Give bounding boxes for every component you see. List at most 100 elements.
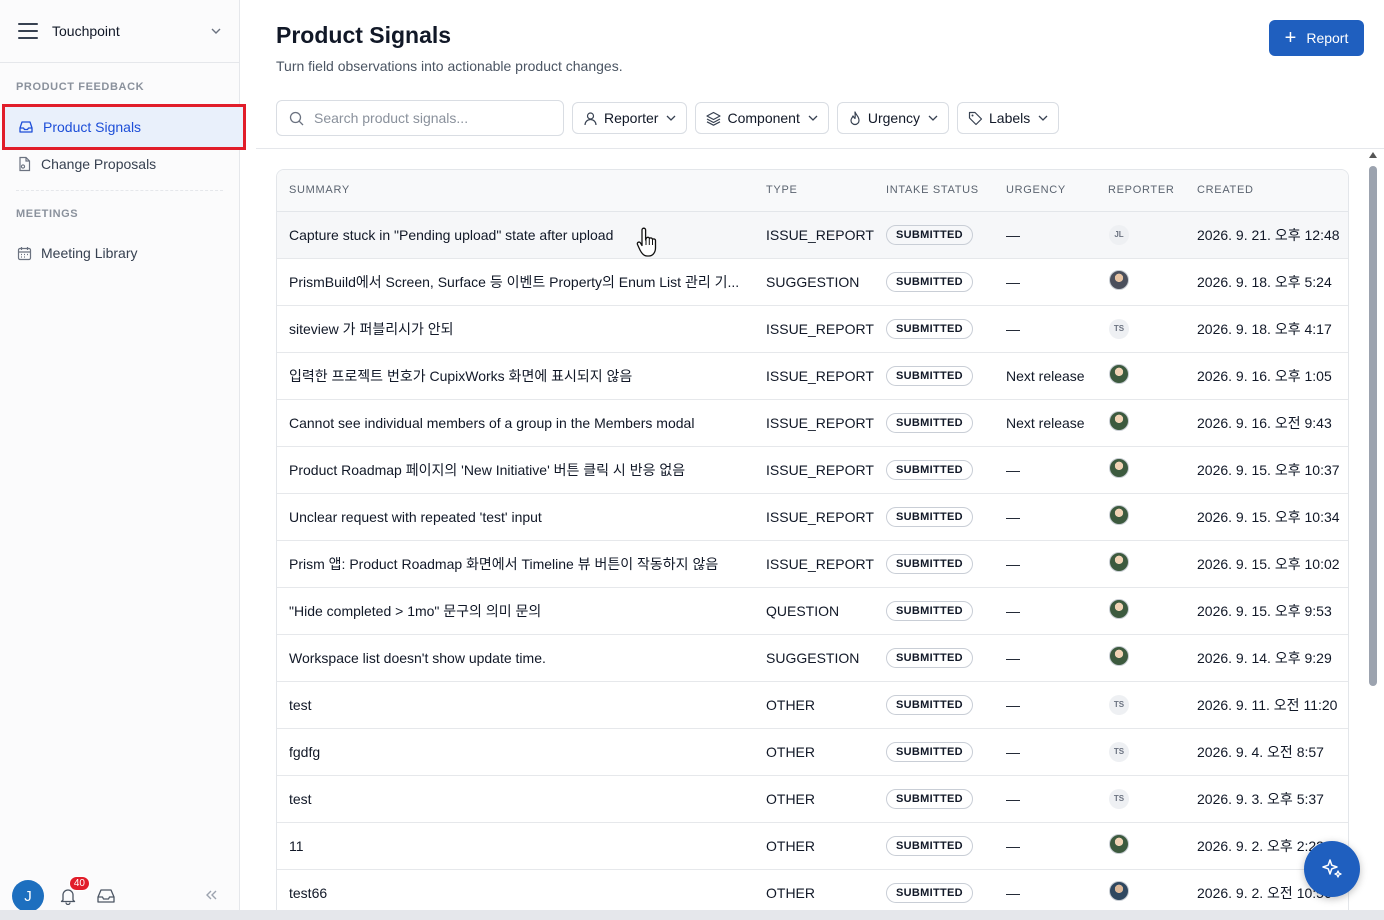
flame-icon [850,110,860,125]
reporter-avatar: TS [1109,695,1129,715]
created-cell: 2026. 9. 4. 오전 8:57 [1197,743,1324,760]
sidebar-item-product-signals[interactable]: Product Signals [2,104,246,150]
type-cell: SUGGESTION [766,649,860,666]
sidebar-item-meeting-library[interactable]: Meeting Library [0,235,240,271]
table-row[interactable]: Product Roadmap 페이지의 'New Initiative' 버튼… [277,446,1348,493]
labels-filter[interactable]: Labels [957,102,1060,134]
type-cell: ISSUE_REPORT [766,320,874,337]
reporter-cell: JL [1096,211,1185,258]
table-row[interactable]: 11 OTHER SUBMITTED —2026. 9. 2. 오후 2:22 [277,822,1348,869]
component-filter[interactable]: Component [695,102,829,134]
table-row[interactable]: siteview 가 퍼블리시가 안되 ISSUE_REPORT SUBMITTED… [277,305,1348,352]
column-header-created[interactable]: CREATED [1185,170,1348,212]
intake-status-cell: SUBMITTED [874,869,994,916]
page-subtitle: Turn field observations into actionable … [276,58,623,74]
collapse-sidebar-icon[interactable] [204,889,218,901]
reporter-avatar [1109,552,1129,572]
summary-cell: PrismBuild에서 Screen, Surface 등 이벤트 Prope… [289,273,740,290]
search-box[interactable] [276,100,564,136]
layers-icon [706,111,722,126]
status-badge: SUBMITTED [886,788,973,809]
reporter-cell [1096,352,1185,399]
intake-status-cell: SUBMITTED [874,822,994,869]
search-input[interactable] [314,110,544,126]
reporter-avatar [1109,458,1129,478]
table-row[interactable]: Cannot see individual members of a group… [277,399,1348,446]
intake-status-cell: SUBMITTED [874,399,994,446]
reporter-cell [1096,540,1185,587]
notifications-button[interactable]: 40 [56,876,90,908]
table-row[interactable]: test OTHER SUBMITTED — TS 2026. 9. 3. 오후 5:37 [277,775,1348,822]
urgency-filter[interactable]: Urgency [836,102,949,134]
menu-icon[interactable] [18,23,38,39]
summary-cell: test [289,790,312,807]
type-cell: ISSUE_REPORT [766,461,874,478]
chevron-down-icon [1038,115,1048,121]
report-button[interactable]: + Report [1269,20,1364,56]
inbox-tray-icon[interactable] [96,887,116,905]
created-cell: 2026. 9. 15. 오후 9:53 [1197,602,1332,619]
column-header-urgency[interactable]: URGENCY [994,170,1096,212]
reporter-cell [1096,822,1185,869]
reporter-avatar: TS [1109,789,1129,809]
section-label-product-feedback: PRODUCT FEEDBACK [16,81,145,93]
table-row[interactable]: "Hide completed > 1mo" 문구의 의미 문의 QUESTION… [277,587,1348,634]
table-body: Capture stuck in "Pending upload" state … [277,211,1348,916]
table-row[interactable]: Prism 앱: Product Roadmap 화면에서 Timeline 뷰… [277,540,1348,587]
created-cell: 2026. 9. 15. 오후 10:37 [1197,461,1340,478]
component-filter-label: Component [727,110,800,126]
chevron-down-icon [808,115,818,121]
status-badge: SUBMITTED [886,365,973,386]
workspace-header[interactable]: Touchpoint [0,0,239,63]
table-row[interactable]: test OTHER SUBMITTED — TS 2026. 9. 11. 오전 11:… [277,681,1348,728]
table-row[interactable]: 입력한 프로젝트 번호가 CupixWorks 화면에 표시되지 않음 ISSUE… [277,352,1348,399]
urgency-cell: — [1006,837,1020,854]
table-row[interactable]: PrismBuild에서 Screen, Surface 등 이벤트 Prope… [277,258,1348,305]
reporter-avatar [1109,881,1129,901]
summary-cell: Unclear request with repeated 'test' inp… [289,508,542,525]
summary-cell: "Hide completed > 1mo" 문구의 의미 문의 [289,602,542,619]
type-cell: ISSUE_REPORT [766,508,874,525]
column-header-type[interactable]: TYPE [754,170,874,212]
type-cell: OTHER [766,696,815,713]
type-cell: OTHER [766,743,815,760]
report-button-label: Report [1306,30,1349,46]
table-row[interactable]: Capture stuck in "Pending upload" state … [277,211,1348,258]
chevron-down-icon[interactable] [211,26,221,36]
scrollbar[interactable] [1368,152,1378,912]
scroll-up-arrow[interactable] [1369,152,1377,158]
table-row[interactable]: Unclear request with repeated 'test' inp… [277,493,1348,540]
table-row[interactable]: fgdfg OTHER SUBMITTED — TS 2026. 9. 4. 오전 8:5… [277,728,1348,775]
table-row[interactable]: test66 OTHER SUBMITTED —2026. 9. 2. 오전 10:5… [277,869,1348,916]
column-header-intake-status[interactable]: INTAKE STATUS [874,170,994,212]
table-row[interactable]: Workspace list doesn't show update time.… [277,634,1348,681]
intake-status-cell: SUBMITTED [874,681,994,728]
ai-assistant-button[interactable] [1304,841,1360,897]
reporter-avatar [1109,834,1129,854]
status-badge: SUBMITTED [886,412,973,433]
sidebar-item-change-proposals[interactable]: Change Proposals [0,146,240,182]
status-badge: SUBMITTED [886,271,973,292]
type-cell: OTHER [766,884,815,901]
column-header-summary[interactable]: SUMMARY [277,170,754,212]
status-badge: SUBMITTED [886,882,973,903]
created-cell: 2026. 9. 11. 오전 11:20 [1197,696,1338,713]
type-cell: OTHER [766,790,815,807]
intake-status-cell: SUBMITTED [874,540,994,587]
status-badge: SUBMITTED [886,694,973,715]
summary-cell: Product Roadmap 페이지의 'New Initiative' 버튼… [289,461,686,478]
intake-status-cell: SUBMITTED [874,258,994,305]
workspace-name: Touchpoint [52,23,120,39]
user-avatar[interactable]: J [12,880,44,912]
summary-cell: Prism 앱: Product Roadmap 화면에서 Timeline 뷰… [289,555,719,572]
created-cell: 2026. 9. 16. 오후 1:05 [1197,367,1332,384]
reporter-filter[interactable]: Reporter [572,102,688,134]
reporter-avatar [1109,505,1129,525]
hand-cursor-icon [636,227,657,257]
reporter-cell [1096,399,1185,446]
window-bottom-bar [0,910,1384,920]
scroll-thumb[interactable] [1369,166,1377,686]
inbox-icon [19,121,33,133]
tag-icon [968,111,983,125]
column-header-reporter[interactable]: REPORTER [1096,170,1185,212]
